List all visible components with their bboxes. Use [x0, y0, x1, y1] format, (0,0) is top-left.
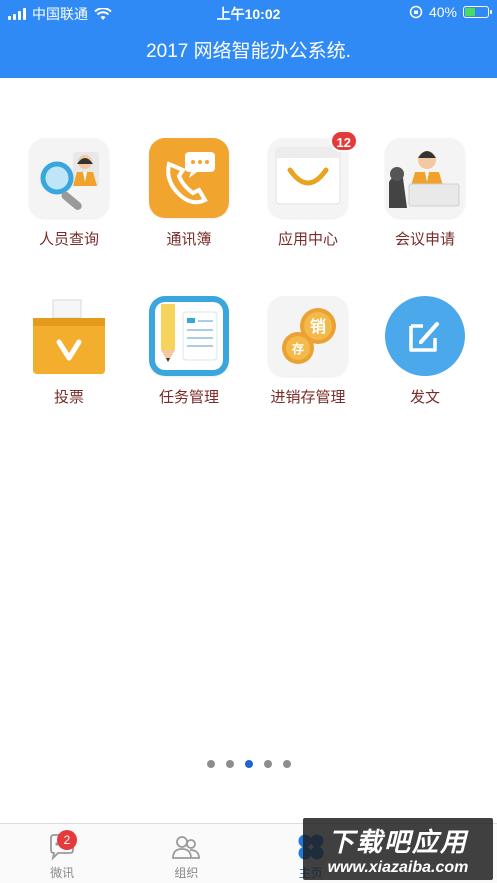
- app-label: 人员查询: [38, 231, 99, 248]
- app-application-center[interactable]: 12 应用中心: [253, 130, 363, 249]
- tab-organization[interactable]: 组织: [124, 824, 248, 883]
- app-meeting-request[interactable]: 会议申请: [370, 138, 480, 249]
- battery-icon: [463, 6, 492, 18]
- watermark-line1: 下载吧应用: [327, 827, 468, 857]
- coin-top-text: 销: [310, 317, 326, 336]
- app-person-search[interactable]: 人员查询: [14, 138, 124, 249]
- app-label: 会议申请: [394, 231, 455, 248]
- app-label: 任务管理: [158, 389, 219, 406]
- person-search-icon: [29, 138, 109, 218]
- app-label: 投票: [53, 389, 84, 406]
- app-label: 应用中心: [277, 231, 338, 248]
- meeting-icon: [385, 138, 465, 218]
- app-vote[interactable]: 投票: [14, 296, 124, 407]
- page-dot-active[interactable]: [244, 760, 253, 768]
- coins-icon: 销 存: [268, 296, 348, 376]
- app-label: 通讯簿: [166, 231, 212, 248]
- notification-badge: 12: [329, 130, 358, 152]
- edit-doc-icon: [385, 296, 465, 376]
- status-right: 40%: [409, 4, 492, 20]
- task-notebook-icon: [149, 296, 229, 376]
- page-indicator[interactable]: [0, 760, 497, 768]
- page-dot[interactable]: [263, 760, 272, 768]
- app-label: 进销存管理: [270, 389, 346, 406]
- people-icon: [171, 832, 201, 862]
- orientation-lock-icon: [409, 5, 423, 19]
- app-label: 发文: [409, 389, 440, 406]
- page-dot[interactable]: [282, 760, 291, 768]
- page-title: 2017 网络智能办公系统.: [0, 26, 497, 78]
- battery-percent: 40%: [428, 4, 457, 20]
- phone-chat-icon: [149, 138, 229, 218]
- ballot-box-icon: [29, 296, 109, 376]
- page-dot[interactable]: [225, 760, 234, 768]
- app-task-management[interactable]: 任务管理: [134, 296, 244, 407]
- shopping-bag-icon: 12: [268, 130, 358, 218]
- tab-badge: 2: [57, 830, 77, 850]
- tab-label: 微讯: [50, 866, 75, 880]
- tab-messages[interactable]: 2 微讯: [0, 824, 124, 883]
- app-inventory-management[interactable]: 销 存 进销存管理: [253, 296, 363, 407]
- watermark-line2: www.xiazaiba.com: [327, 859, 469, 876]
- tab-label: 组织: [174, 866, 199, 880]
- status-bar: 中国联通 上午10:02 40%: [0, 0, 497, 26]
- app-contacts[interactable]: 通讯簿: [134, 138, 244, 249]
- watermark: 下载吧应用 www.xiazaiba.com: [303, 818, 493, 880]
- app-publish-document[interactable]: 发文: [370, 296, 480, 407]
- page-dot[interactable]: [206, 760, 215, 768]
- coin-bottom-text: 存: [291, 341, 304, 356]
